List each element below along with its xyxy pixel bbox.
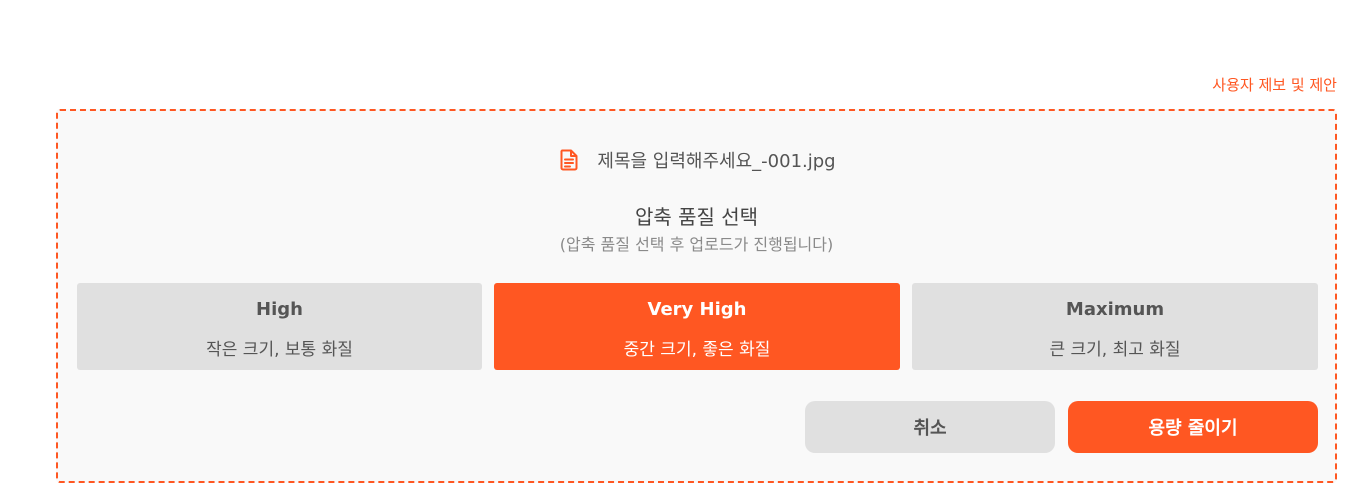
option-title: Very High	[647, 299, 747, 320]
quality-subtitle: (압축 품질 선택 후 업로드가 진행됩니다)	[559, 235, 834, 254]
file-info: 제목을 입력해주세요_-001.jpg	[58, 147, 1335, 173]
report-feedback-link[interactable]: 사용자 제보 및 제안	[1212, 74, 1337, 95]
quality-option-maximum[interactable]: Maximum 큰 크기, 최고 화질	[912, 283, 1318, 370]
file-name: 제목을 입력해주세요_-001.jpg	[597, 151, 836, 172]
quality-option-very-high[interactable]: Very High 중간 크기, 좋은 화질	[494, 283, 900, 370]
quality-option-high[interactable]: High 작은 크기, 보통 화질	[77, 283, 482, 370]
option-title: Maximum	[1065, 299, 1165, 320]
option-description: 작은 크기, 보통 화질	[206, 340, 353, 360]
document-icon	[557, 148, 581, 172]
option-title: High	[256, 299, 303, 320]
option-description: 중간 크기, 좋은 화질	[623, 340, 771, 360]
compression-panel: 제목을 입력해주세요_-001.jpg 압축 품질 선택 (압축 품질 선택 후…	[56, 109, 1337, 483]
quality-options: High 작은 크기, 보통 화질 Very High 중간 크기, 좋은 화질…	[77, 283, 1318, 370]
compress-button[interactable]: 용량 줄이기	[1068, 401, 1318, 453]
cancel-button[interactable]: 취소	[805, 401, 1055, 453]
option-description: 큰 크기, 최고 화질	[1049, 340, 1181, 360]
page: 사용자 제보 및 제안 제목을 입력해주세요_-001.jpg 압축 품질 선택…	[0, 0, 1367, 503]
quality-title: 압축 품질 선택	[634, 205, 759, 229]
